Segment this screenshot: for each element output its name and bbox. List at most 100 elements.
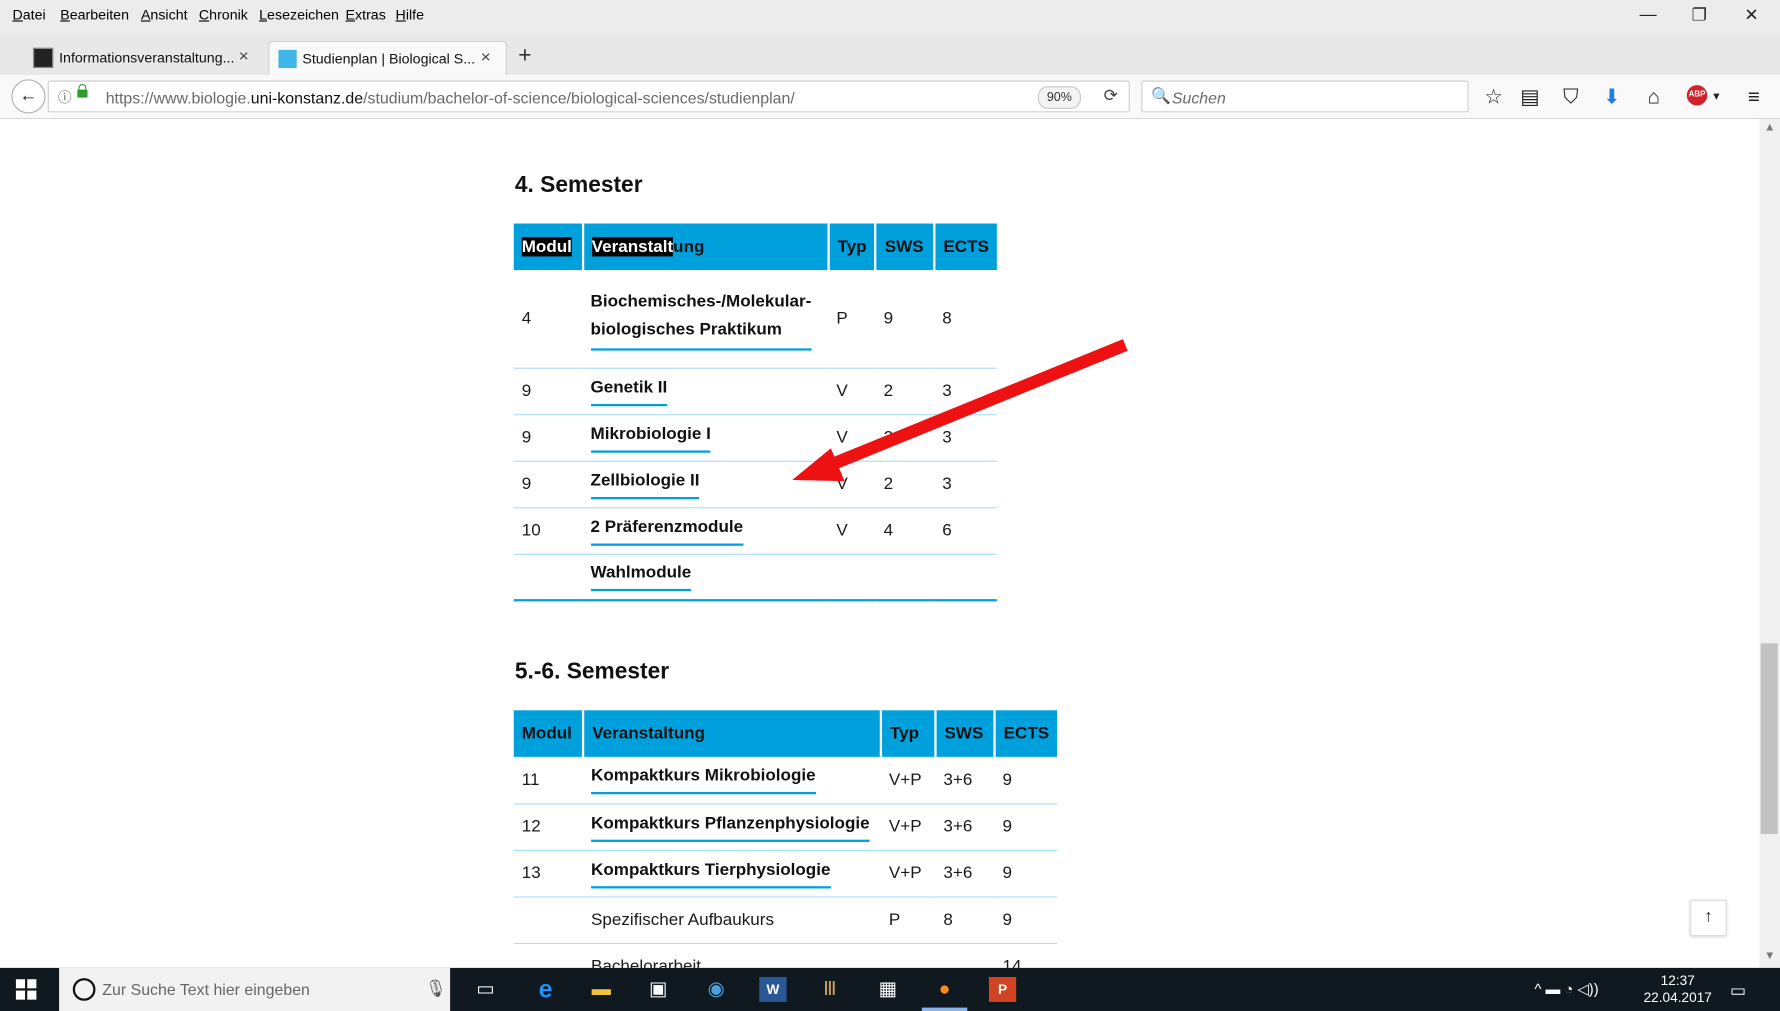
course-link-wahlmodule[interactable]: Wahlmodule <box>590 562 692 592</box>
cell-typ <box>880 942 936 968</box>
hamburger-menu-icon[interactable]: ≡ <box>1740 85 1767 108</box>
cell-veranstaltung: Biochemisches-/Molekular-biologisches Pr… <box>582 270 829 369</box>
course-link-kompaktkurs-tierphysiologie[interactable]: Kompaktkurs Tierphysiologie <box>591 858 831 888</box>
menu-lesezeichen[interactable]: Lesezeichen <box>259 7 339 23</box>
notification-center-icon[interactable]: ▭ <box>1730 980 1746 1000</box>
tab-informationsveranstaltung[interactable]: Informationsveranstaltung... × <box>32 41 267 75</box>
pocket-icon[interactable]: ⛉ <box>1557 85 1584 108</box>
menu-ansicht[interactable]: Ansicht <box>141 7 188 23</box>
col-ects: ECTS <box>933 223 997 271</box>
taskbar-search-input[interactable]: Zur Suche Text hier eingeben 🎙 <box>59 967 451 1011</box>
col-veranstaltung-rest: ung <box>673 237 705 257</box>
cell-veranstaltung: Kompaktkurs Pflanzenphysiologie <box>583 803 881 851</box>
taskbar-clock[interactable]: 12:37 22.04.2017 <box>1644 972 1712 1006</box>
windows-taskbar: Zur Suche Text hier eingeben 🎙 ▭ e ▬ ▣ ◉… <box>0 967 1780 1011</box>
col-sws: SWS <box>874 223 935 271</box>
menu-hilfe[interactable]: Hilfe <box>396 7 424 23</box>
store-icon[interactable]: ▣ <box>644 977 671 1002</box>
system-tray-icons[interactable]: ^ ▬ ◔ ◁)) <box>1534 980 1598 998</box>
menu-chronik[interactable]: Chronik <box>199 7 248 23</box>
reader-list-icon[interactable]: ▤ <box>1516 85 1543 108</box>
search-input[interactable]: 🔍 Suchen <box>1141 80 1469 113</box>
course-name-line1: Biochemisches-/Molekular- <box>590 291 812 311</box>
powerpoint-icon[interactable]: P <box>988 976 1017 1002</box>
cell-typ <box>828 553 876 602</box>
cell-modul: 11 <box>513 756 584 804</box>
scrollbar-thumb[interactable] <box>1760 643 1778 834</box>
firefox-icon[interactable]: ● <box>921 977 968 1011</box>
close-tab-icon[interactable]: × <box>481 48 491 67</box>
course-link-biochem-praktikum[interactable]: Biochemisches-/Molekular-biologisches Pr… <box>590 287 812 351</box>
word-icon[interactable]: W <box>759 976 787 1002</box>
course-link-zellbiologie-ii[interactable]: Zellbiologie II <box>590 469 700 499</box>
col-veranstaltung-highlight: Veranstalt <box>591 237 674 257</box>
info-icon[interactable]: ⓘ <box>58 87 72 106</box>
library-icon[interactable]: Ⅲ <box>816 977 843 1002</box>
cell-sws: 2 <box>875 414 935 462</box>
semester56-table: Modul Veranstaltung Typ SWS ECTS 11 Komp… <box>513 710 1058 968</box>
table-header-row: Modul Veranstaltung Typ SWS ECTS <box>513 710 1058 757</box>
cell-modul: 9 <box>513 367 583 415</box>
url-path: /studium/bachelor-of-science/biological-… <box>363 88 795 107</box>
scroll-up-icon[interactable]: ▲ <box>1764 121 1775 133</box>
back-to-top-button[interactable]: ↑ <box>1690 899 1727 937</box>
course-link-kompaktkurs-mikrobiologie[interactable]: Kompaktkurs Mikrobiologie <box>591 765 816 795</box>
cell-typ: V+P <box>880 803 936 851</box>
course-link-kompaktkurs-pflanzenphysiologie[interactable]: Kompaktkurs Pflanzenphysiologie <box>591 812 870 842</box>
cell-modul: 12 <box>513 803 584 851</box>
zoom-indicator[interactable]: 90% <box>1037 86 1081 109</box>
col-veranstaltung: Veranstaltung <box>581 710 881 757</box>
menu-bearbeiten[interactable]: Bearbeiten <box>60 7 129 23</box>
lock-icon <box>77 83 88 98</box>
semester4-heading: 4. Semester <box>514 172 643 198</box>
page-content: 4. Semester Modul Veranstaltung Typ SWS … <box>0 119 1760 968</box>
calculator-icon[interactable]: ▦ <box>874 977 901 1002</box>
menu-datei[interactable]: Datei <box>13 7 46 23</box>
task-view-icon[interactable]: ▭ <box>472 977 499 1002</box>
url-bar[interactable]: ⓘ https://www.biologie.uni-konstanz.de/s… <box>47 80 1130 113</box>
new-tab-button[interactable]: + <box>518 43 531 69</box>
vertical-scrollbar[interactable]: ▲ ▼ <box>1759 119 1780 968</box>
cell-modul: 9 <box>513 460 583 508</box>
scroll-down-icon[interactable]: ▼ <box>1764 950 1775 962</box>
file-explorer-icon[interactable]: ▬ <box>588 977 615 1002</box>
table-row: 9 Genetik II V 2 3 <box>513 367 997 415</box>
url-prefix: https://www.biologie. <box>105 88 251 107</box>
cell-modul <box>513 896 584 944</box>
adblock-dropdown-icon[interactable]: ▾ <box>1703 85 1730 108</box>
cell-sws: 2 <box>875 367 935 415</box>
tab-studienplan[interactable]: Studienplan | Biological S... × <box>268 40 507 75</box>
menu-bar: Datei Bearbeiten Ansicht Chronik Lesezei… <box>0 0 1780 35</box>
url-text[interactable]: https://www.biologie.uni-konstanz.de/stu… <box>106 89 795 107</box>
download-icon[interactable]: ⬇ <box>1598 85 1625 108</box>
menu-extras[interactable]: Extras <box>346 7 386 23</box>
cell-veranstaltung: Kompaktkurs Tierphysiologie <box>583 849 881 897</box>
back-button[interactable]: ← <box>11 79 46 114</box>
cell-sws: 9 <box>875 270 935 369</box>
edge-browser-icon[interactable]: e <box>532 976 559 1002</box>
cell-modul <box>513 942 584 968</box>
site-favicon-icon <box>278 49 297 69</box>
course-link-praeferenzmodule[interactable]: 2 Präferenzmodule <box>590 516 744 546</box>
navigation-toolbar: ← ⓘ https://www.biologie.uni-konstanz.de… <box>0 74 1780 120</box>
table-row: Wahlmodule <box>513 553 997 602</box>
table-row: 9 Mikrobiologie I V 2 3 <box>513 414 997 462</box>
close-window-button[interactable]: ✕ <box>1735 5 1769 25</box>
cell-ects <box>934 553 997 602</box>
cortana-icon <box>72 978 96 1001</box>
course-link-genetik-ii[interactable]: Genetik II <box>590 376 668 406</box>
cell-sws: 3+6 <box>935 849 995 897</box>
thunderbird-icon[interactable]: ◉ <box>702 977 729 1002</box>
microphone-icon[interactable]: 🎙 <box>425 978 447 998</box>
tab-title: Studienplan | Biological S... <box>302 51 476 67</box>
col-ects: ECTS <box>993 710 1058 757</box>
minimize-button[interactable]: — <box>1631 5 1665 24</box>
home-icon[interactable]: ⌂ <box>1640 85 1667 108</box>
bookmark-star-icon[interactable]: ☆ <box>1480 85 1507 108</box>
course-link-mikrobiologie-i[interactable]: Mikrobiologie I <box>590 423 711 453</box>
cell-sws <box>875 553 935 602</box>
restore-button[interactable]: ❐ <box>1682 5 1716 25</box>
reload-icon[interactable]: ⟳ <box>1104 85 1118 105</box>
windows-start-icon[interactable] <box>15 979 37 1000</box>
close-tab-icon[interactable]: × <box>239 47 249 66</box>
